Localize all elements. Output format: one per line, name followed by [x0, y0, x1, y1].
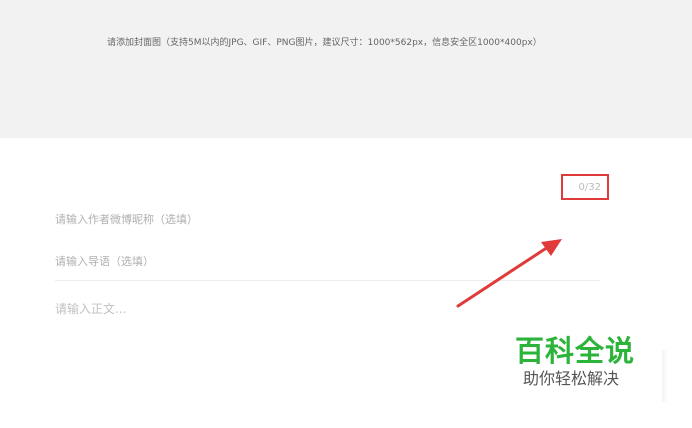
- cover-image-upload[interactable]: 请添加封面图（支持5M以内的JPG、GIF、PNG图片，建议尺寸：1000*56…: [0, 0, 692, 138]
- title-char-counter: 0/32: [561, 174, 609, 200]
- title-char-counter-text: 0/32: [578, 181, 601, 193]
- summary-input[interactable]: 请输入导语（选填）: [55, 253, 154, 269]
- divider: [55, 280, 600, 281]
- watermark-subtitle: 助你轻松解决: [523, 369, 620, 388]
- article-editor: 请添加封面图（支持5M以内的JPG、GIF、PNG图片，建议尺寸：1000*56…: [0, 0, 692, 428]
- watermark-title: 百科全说: [515, 334, 636, 368]
- cover-upload-hint: 请添加封面图（支持5M以内的JPG、GIF、PNG图片，建议尺寸：1000*56…: [107, 38, 542, 48]
- author-nickname-input[interactable]: 请输入作者微博昵称（选填）: [55, 211, 198, 227]
- edge-shadow: [662, 350, 668, 402]
- watermark-logo: 百科全说 助你轻松解决: [515, 334, 645, 404]
- body-text-input[interactable]: 请输入正文...: [55, 300, 126, 317]
